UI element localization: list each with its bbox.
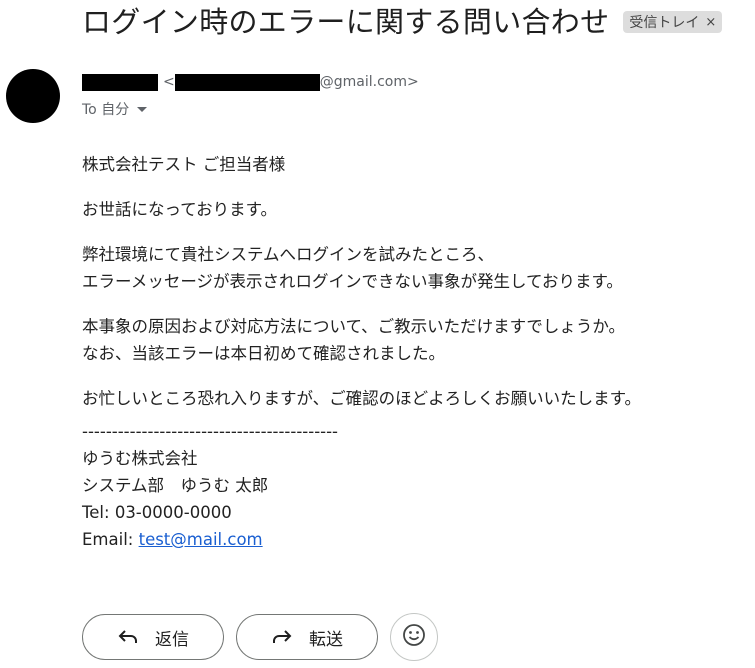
- smiley-icon: [402, 623, 426, 651]
- signature-divider: ----------------------------------------…: [82, 422, 339, 441]
- email-body: 株式会社テスト ご担当者様 お世話になっております。 弊社環境にて貴社システムへ…: [82, 151, 742, 553]
- inbox-label-text: 受信トレイ: [629, 15, 700, 31]
- greeting: 株式会社テスト ご担当者様: [82, 155, 286, 174]
- closing-line: お忙しいところ恐れ入りますが、ご確認のほどよろしくお願いいたします。: [82, 389, 642, 408]
- forward-button[interactable]: 転送: [236, 614, 378, 660]
- opening-line: お世話になっております。: [82, 200, 278, 219]
- remove-label-icon[interactable]: ×: [705, 15, 716, 30]
- inbox-label-chip[interactable]: 受信トレイ ×: [623, 11, 723, 33]
- signature-email: Email: test@mail.com: [82, 530, 263, 549]
- sender-email-redacted: [174, 73, 320, 91]
- recipient-details-toggle[interactable]: To 自分: [82, 98, 148, 120]
- sender-email-open: <: [163, 74, 175, 90]
- signature-company: ゆうむ株式会社: [82, 449, 198, 468]
- issue-paragraph: 弊社環境にて貴社システムへログインを試みたところ、 エラーメッセージが表示されロ…: [82, 245, 623, 291]
- recipient-label: To 自分: [82, 102, 130, 118]
- signature-email-link[interactable]: test@mail.com: [139, 530, 263, 549]
- signature-tel: Tel: 03-0000-0000: [82, 503, 232, 522]
- forward-arrow-icon: [271, 626, 293, 648]
- signature-dept-name: システム部 ゆうむ 太郎: [82, 476, 269, 495]
- sender-name-redacted: [82, 73, 158, 91]
- signature: ----------------------------------------…: [82, 418, 742, 553]
- action-buttons: 返信 転送: [82, 613, 438, 661]
- reply-button[interactable]: 返信: [82, 614, 224, 660]
- chevron-down-icon[interactable]: [137, 106, 148, 112]
- sender-row: < @gmail.com>: [82, 72, 419, 92]
- sender-email-domain: @gmail.com>: [319, 74, 419, 90]
- sender-avatar[interactable]: [6, 69, 60, 123]
- request-paragraph: 本事象の原因および対応方法について、ご教示いただけますでしょうか。 なお、当該エ…: [82, 317, 626, 363]
- email-subject: ログイン時のエラーに関する問い合わせ: [82, 5, 610, 39]
- subject-row: ログイン時のエラーに関する問い合わせ 受信トレイ ×: [82, 2, 723, 42]
- forward-label: 転送: [309, 629, 343, 650]
- reply-arrow-icon: [117, 626, 139, 648]
- emoji-reaction-button[interactable]: [390, 613, 438, 661]
- reply-label: 返信: [155, 629, 189, 650]
